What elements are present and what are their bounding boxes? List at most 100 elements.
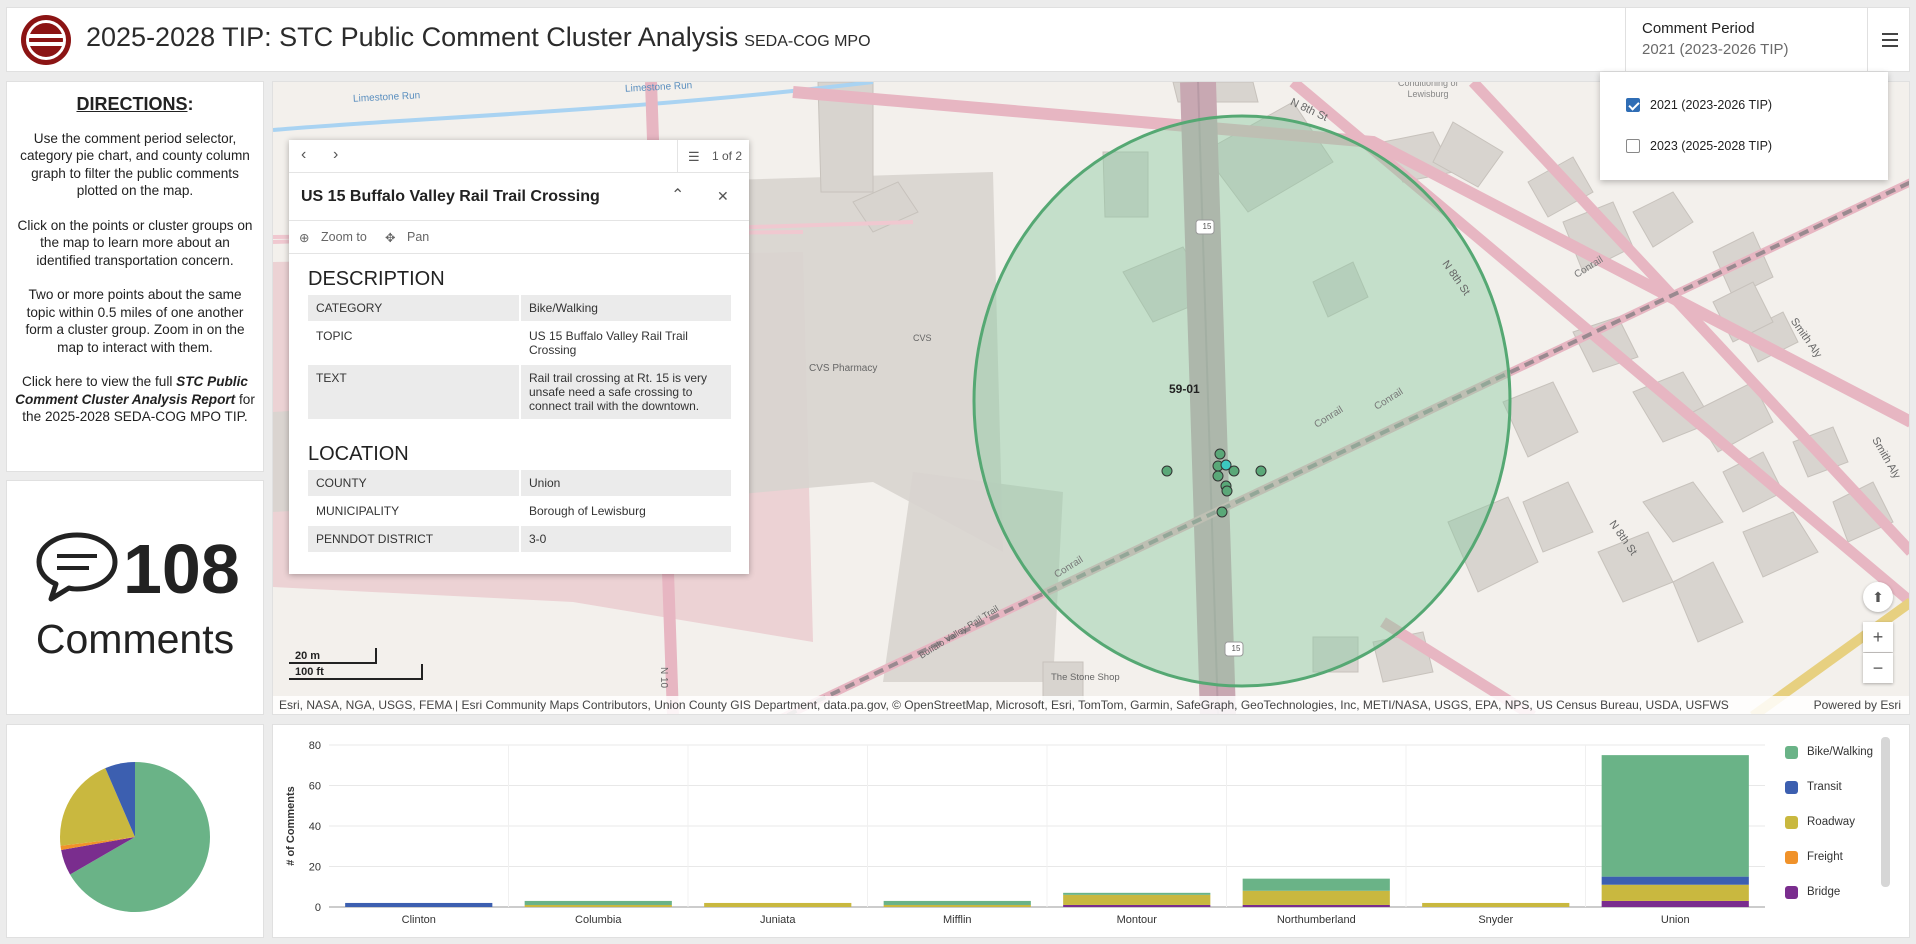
zoom-out-button[interactable]: − xyxy=(1863,653,1893,683)
category-pie-panel xyxy=(6,724,264,938)
directions-text-1: Use the comment period selector, categor… xyxy=(20,130,250,199)
collapse-icon[interactable]: ⌃ xyxy=(671,185,684,205)
bar-segment[interactable] xyxy=(883,900,1031,905)
compass-button[interactable]: ⬆ xyxy=(1863,582,1893,612)
popup-title: US 15 Buffalo Valley Rail Trail Crossing xyxy=(301,188,600,205)
comment-period-selector[interactable]: Comment Period 2021 (2023-2026 TIP) xyxy=(1625,8,1867,71)
x-tick-label: Montour xyxy=(1117,914,1158,926)
popup-actions: ⊕ Zoom to ✥ Pan xyxy=(289,221,749,254)
table-row: MUNICIPALITY Borough of Lewisburg xyxy=(308,497,731,526)
description-table: CATEGORY Bike/Walking TOPIC US 15 Buffalo … xyxy=(308,295,731,421)
zoom-in-button[interactable]: + xyxy=(1863,622,1893,652)
checkbox-checked[interactable] xyxy=(1626,98,1640,112)
y-tick-label: 40 xyxy=(309,821,321,833)
list-icon: ☰ xyxy=(688,149,700,164)
checkbox-unchecked[interactable] xyxy=(1626,139,1640,153)
directions-text-4: Click here to view the full STC Public C… xyxy=(15,374,255,424)
pan-button[interactable]: Pan xyxy=(407,230,429,244)
x-tick-label: Juniata xyxy=(760,914,796,926)
bar-segment[interactable] xyxy=(524,904,672,907)
chart-legend: Bike/Walking Transit Roadway Freight Bri… xyxy=(1783,737,1891,933)
directions-panel: DIRECTIONS: Use the comment period selec… xyxy=(6,81,264,472)
location-table: COUNTY Union MUNICIPALITY Borough of Lewis… xyxy=(308,470,731,554)
x-tick-label: Mifflin xyxy=(943,914,972,926)
bar-segment[interactable] xyxy=(1242,890,1390,905)
bar-segment[interactable] xyxy=(1601,884,1749,901)
directions-heading: DIRECTIONS: xyxy=(76,94,194,114)
powered-by-esri[interactable]: Powered by Esri xyxy=(1814,698,1901,712)
x-tick-label: Columbia xyxy=(575,914,622,926)
zoom-to-button[interactable]: Zoom to xyxy=(321,230,367,244)
map-label-n10: N 10 xyxy=(658,666,670,689)
popup-nav: ‹ › ☰ 1 of 2 xyxy=(289,140,749,173)
comment-period-value: 2021 (2023-2026 TIP) xyxy=(1642,41,1789,58)
location-heading: LOCATION xyxy=(308,443,409,465)
table-row: CATEGORY Bike/Walking xyxy=(308,295,731,323)
y-axis-label: # of Comments xyxy=(285,786,297,865)
table-row: COUNTY Union xyxy=(308,470,731,498)
bar-segment[interactable] xyxy=(1601,755,1749,877)
y-tick-label: 80 xyxy=(309,740,321,752)
bar-segment[interactable] xyxy=(1063,892,1211,895)
feature-popup[interactable]: ‹ › ☰ 1 of 2 US 15 Buffalo Valley Rail T… xyxy=(289,140,749,574)
bar-segment[interactable] xyxy=(1422,902,1570,907)
y-tick-label: 0 xyxy=(315,902,321,914)
x-tick-label: Clinton xyxy=(402,914,436,926)
map-attribution: Esri, NASA, NGA, USGS, FEMA | Esri Commu… xyxy=(273,696,1909,714)
county-column-chart[interactable]: 0 20 40 60 80 # of Comments Clinton Columbia Jun… xyxy=(273,725,1773,937)
legend-scrollbar[interactable] xyxy=(1881,737,1890,887)
category-pie-chart[interactable] xyxy=(7,725,263,937)
bar-segment[interactable] xyxy=(1601,900,1749,907)
bar-segment[interactable] xyxy=(1063,894,1211,905)
map-label-stone-shop: The Stone Shop xyxy=(1051,672,1120,683)
bar-segment[interactable] xyxy=(704,902,852,907)
route-15-shield: 15 xyxy=(1202,222,1212,231)
comment-period-dropdown: 2021 (2023-2026 TIP) 2023 (2025-2028 TIP… xyxy=(1600,72,1888,180)
bar-segment[interactable] xyxy=(1063,904,1211,907)
table-row: TEXT Rail trail crossing at Rt. 15 is ver… xyxy=(308,364,731,421)
attribution-text: Esri, NASA, NGA, USGS, FEMA | Esri Commu… xyxy=(279,698,1729,712)
x-tick-label: Northumberland xyxy=(1277,914,1356,926)
scale-bar-metric: 20 m xyxy=(289,648,377,664)
comment-period-label: Comment Period xyxy=(1642,20,1755,37)
directions-text-2: Click on the points or cluster groups on… xyxy=(17,217,253,268)
app-title-text: 2025-2028 TIP: STC Public Comment Cluste… xyxy=(86,22,739,52)
comment-count-value: 108 xyxy=(123,530,240,608)
popup-header: US 15 Buffalo Valley Rail Trail Crossing… xyxy=(289,173,749,221)
bar-segment[interactable] xyxy=(883,904,1031,907)
map-label-cvs-pharmacy: CVS Pharmacy xyxy=(809,363,878,374)
directions-text-3: Two or more points about the same topic … xyxy=(25,287,245,355)
chat-bubble-icon xyxy=(36,532,118,602)
bar-segment[interactable] xyxy=(1601,876,1749,885)
app-header: 2025-2028 TIP: STC Public Comment Cluste… xyxy=(6,7,1910,72)
close-icon[interactable]: ✕ xyxy=(717,188,729,205)
y-tick-label: 20 xyxy=(309,862,321,874)
x-tick-label: Snyder xyxy=(1478,914,1513,926)
app-title: 2025-2028 TIP: STC Public Comment Cluste… xyxy=(86,22,871,53)
bar-segment[interactable] xyxy=(1242,878,1390,891)
cluster-label: 59-01 xyxy=(1169,382,1200,396)
table-row: PENNDOT DISTRICT 3-0 xyxy=(308,525,731,554)
x-tick-label: Union xyxy=(1661,914,1690,926)
popup-pager-text: 1 of 2 xyxy=(712,149,743,163)
comment-count-label: Comments xyxy=(35,616,235,662)
app-subtitle: SEDA-COG MPO xyxy=(744,33,871,50)
description-heading: DESCRIPTION xyxy=(308,268,445,290)
map-label-conditioning: Conditioning of Lewisburg xyxy=(1397,81,1459,99)
pan-icon: ✥ xyxy=(385,231,396,245)
bar-segment[interactable] xyxy=(345,902,493,907)
menu-icon xyxy=(1882,33,1898,35)
next-feature-icon[interactable]: › xyxy=(333,146,338,164)
table-row: TOPIC US 15 Buffalo Valley Rail Trail Cro… xyxy=(308,322,731,365)
county-column-chart-panel: 0 20 40 60 80 # of Comments Clinton Columbia Jun… xyxy=(272,724,1910,938)
zoom-to-icon: ⊕ xyxy=(299,231,310,245)
previous-feature-icon[interactable]: ‹ xyxy=(301,146,306,164)
hamburger-menu-button[interactable] xyxy=(1867,8,1910,71)
scale-bar-imperial: 100 ft xyxy=(289,664,423,680)
y-tick-label: 60 xyxy=(309,781,321,793)
popup-feature-list-button[interactable]: ☰ 1 of 2 xyxy=(677,140,749,173)
route-15-shield-2: 15 xyxy=(1231,644,1241,653)
bar-segment[interactable] xyxy=(1242,904,1390,907)
bar-segment[interactable] xyxy=(524,900,672,905)
comment-count-panel: 108 Comments xyxy=(6,480,264,715)
